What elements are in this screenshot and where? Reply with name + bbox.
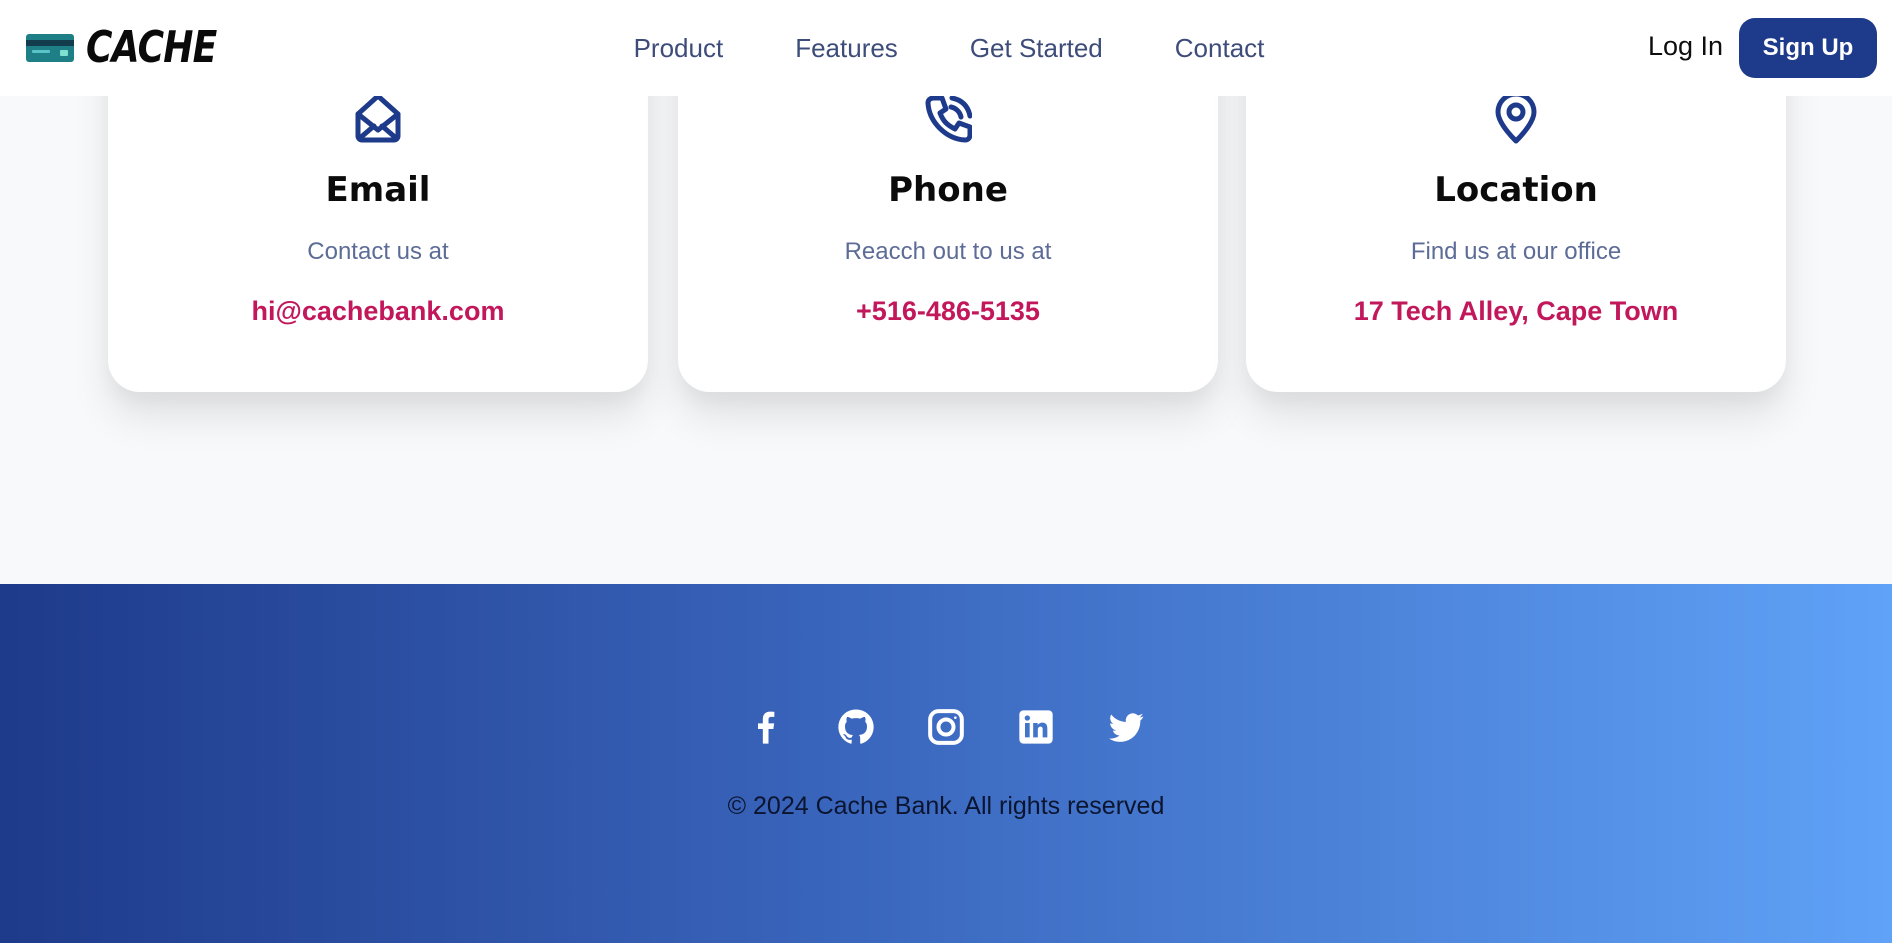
nav-link-features[interactable]: Features [795, 33, 898, 64]
nav-link-get-started[interactable]: Get Started [970, 33, 1103, 64]
brand-name: CACHE [86, 22, 217, 73]
nav-link-contact[interactable]: Contact [1175, 33, 1265, 64]
email-link[interactable]: hi@cachebank.com [108, 296, 648, 327]
credit-card-icon [26, 34, 74, 62]
card-title: Phone [888, 170, 1008, 210]
card-subtitle: Reacch out to us at [844, 238, 1052, 265]
card-title: Location [1434, 170, 1598, 210]
map-pin-icon [1495, 92, 1537, 144]
main-nav: Product Features Get Started Contact [0, 0, 1892, 96]
phone-link[interactable]: +516-486-5135 [678, 296, 1218, 327]
linkedin-link[interactable] [1015, 706, 1057, 748]
github-link[interactable] [835, 706, 877, 748]
signup-button[interactable]: Sign Up [1739, 18, 1877, 78]
facebook-icon [758, 711, 775, 744]
address-link[interactable]: 17 Tech Alley, Cape Town [1246, 296, 1786, 327]
card-subtitle: Find us at our office [1410, 238, 1622, 265]
phone-call-icon [925, 95, 972, 143]
login-link[interactable]: Log In [1648, 31, 1723, 62]
twitter-icon [1109, 713, 1144, 742]
linkedin-icon [1019, 710, 1053, 744]
brand-logo[interactable]: CACHE [26, 24, 245, 72]
copyright-text: © 2024 Cache Bank. All rights reserved [727, 792, 1165, 820]
nav-link-product[interactable]: Product [634, 33, 724, 64]
twitter-link[interactable] [1105, 706, 1147, 748]
card-title: Email [325, 170, 431, 210]
card-subtitle: Contact us at [307, 238, 449, 265]
social-links [0, 706, 1892, 748]
instagram-link[interactable] [925, 706, 967, 748]
footer: © 2024 Cache Bank. All rights reserved [0, 584, 1892, 943]
facebook-link[interactable] [745, 706, 787, 748]
github-icon [838, 709, 874, 744]
top-navbar: CACHE Product Features Get Started Conta… [0, 0, 1892, 96]
instagram-icon [928, 709, 964, 745]
envelope-open-icon [355, 93, 401, 143]
